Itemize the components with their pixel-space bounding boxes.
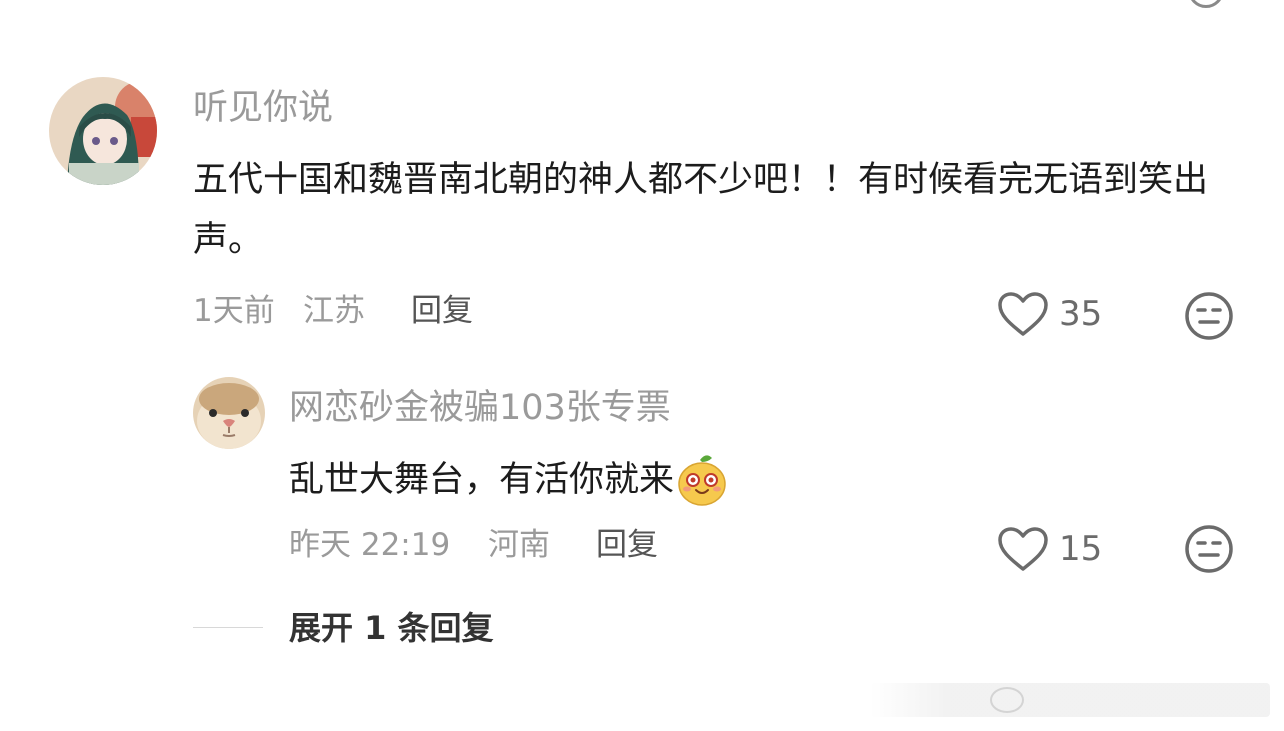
dislike-button[interactable] xyxy=(1184,291,1234,341)
reply-like-count: 15 xyxy=(1059,529,1103,569)
reply-dislike-button[interactable] xyxy=(1184,524,1234,574)
avatar[interactable] xyxy=(49,77,157,185)
comment-location: 江苏 xyxy=(303,293,365,329)
reply-like-button[interactable]: 15 xyxy=(997,526,1102,572)
like-button[interactable]: 35 xyxy=(997,291,1102,337)
neutral-face-icon xyxy=(1185,292,1233,340)
reply-location: 河南 xyxy=(488,527,550,563)
expand-divider xyxy=(193,627,263,628)
comment-time: 1天前 xyxy=(193,293,275,329)
reply-button[interactable]: 回复 xyxy=(411,296,473,327)
partial-icon xyxy=(1188,0,1224,8)
reply-text-line: 乱世大舞台，有活你就来 xyxy=(289,450,728,510)
comment-text: 五代十国和魏晋南北朝的神人都不少吧！！有时候看完无语到笑出声。 xyxy=(193,160,1209,260)
reply-avatar[interactable] xyxy=(193,377,265,449)
heart-icon xyxy=(998,527,1048,571)
reply-username[interactable]: 网恋砂金被骗103张专票 xyxy=(289,391,671,426)
cat-avatar-icon xyxy=(193,377,265,449)
expand-replies-button[interactable]: 展开 1 条回复 xyxy=(289,612,494,644)
anime-girl-avatar-icon xyxy=(49,77,157,185)
like-count: 35 xyxy=(1059,294,1103,334)
reply-reply-button[interactable]: 回复 xyxy=(596,530,658,561)
yellow-bun-emoji-icon xyxy=(676,452,728,508)
username[interactable]: 听见你说 xyxy=(193,91,333,126)
watermark xyxy=(870,683,1270,717)
heart-icon xyxy=(998,292,1048,336)
neutral-face-icon xyxy=(1185,525,1233,573)
reply-time: 昨天 22:19 xyxy=(289,527,451,563)
weibo-logo-icon xyxy=(990,687,1024,713)
reply-text: 乱世大舞台，有活你就来 xyxy=(289,460,675,500)
